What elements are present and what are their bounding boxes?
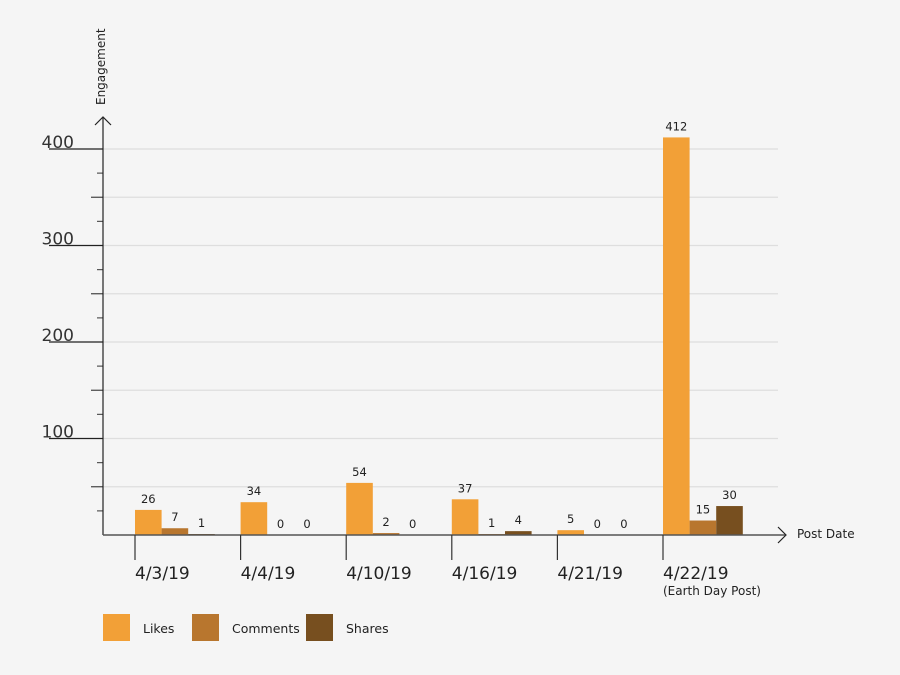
legend-swatch-likes [103, 614, 130, 641]
x-axis-categories: 4/3/19 4/4/19 4/10/19 4/16/19 4/21/19 4/22/19… [134, 535, 761, 598]
data-label: 412 [665, 119, 687, 133]
x-tick-label: 4/10/19 [346, 564, 412, 584]
y-tick-label: 400 [42, 133, 74, 153]
x-tick-label: 4/3/19 [135, 564, 190, 584]
x-tick-label: 4/22/19 [663, 564, 729, 584]
bar-likes [663, 137, 690, 536]
legend-label-comments: Comments [232, 621, 300, 636]
bar-likes [240, 502, 268, 535]
x-tick-label: 4/16/19 [452, 564, 518, 584]
data-label: 15 [696, 503, 711, 517]
y-axis-ticks: 100 200 300 400 [42, 133, 103, 512]
data-label: 34 [247, 484, 262, 498]
bar-likes [451, 499, 479, 535]
data-label: 0 [303, 517, 310, 531]
data-label: 2 [382, 515, 389, 529]
data-label: 26 [141, 492, 156, 506]
data-label: 0 [620, 517, 627, 531]
x-tick-label: 4/21/19 [557, 564, 623, 584]
y-axis-title: Engagement [94, 28, 108, 105]
y-tick-label: 300 [42, 230, 74, 250]
data-label: 30 [722, 488, 737, 502]
bar-likes [346, 482, 373, 535]
legend-swatch-comments [192, 614, 219, 641]
bar-comments [689, 520, 717, 535]
data-label: 0 [409, 517, 416, 531]
x-tick-sublabel: (Earth Day Post) [663, 584, 761, 598]
legend-label-shares: Shares [346, 621, 389, 636]
data-label: 37 [458, 481, 473, 495]
bar-likes [557, 530, 584, 535]
legend-swatch-shares [306, 614, 333, 641]
y-tick-label: 100 [42, 423, 74, 443]
data-label: 5 [567, 512, 574, 526]
y-tick-label: 200 [42, 326, 74, 346]
data-label: 1 [488, 516, 495, 530]
data-label: 7 [171, 510, 178, 524]
data-label: 0 [594, 517, 601, 531]
data-label: 54 [352, 465, 367, 479]
bar-shares [716, 506, 743, 535]
engagement-bar-chart: 100200300400 267 1340 0542 0371 4 5 0 04121530 … [42, 28, 855, 641]
bar-comments [161, 528, 189, 535]
data-label: 4 [515, 513, 522, 527]
legend: Likes Comments Shares [103, 614, 389, 641]
data-label: 1 [198, 516, 205, 530]
x-tick-label: 4/4/19 [241, 564, 296, 584]
bars: 26 7 1 34 0 0 54 2 0 37 1 4 5 0 0 412 15 30 [135, 119, 743, 536]
legend-label-likes: Likes [143, 621, 174, 636]
data-label: 0 [277, 517, 284, 531]
axes: Engagement Post Date [94, 28, 855, 544]
bar-likes [135, 509, 162, 535]
x-axis-title: Post Date [797, 527, 855, 541]
